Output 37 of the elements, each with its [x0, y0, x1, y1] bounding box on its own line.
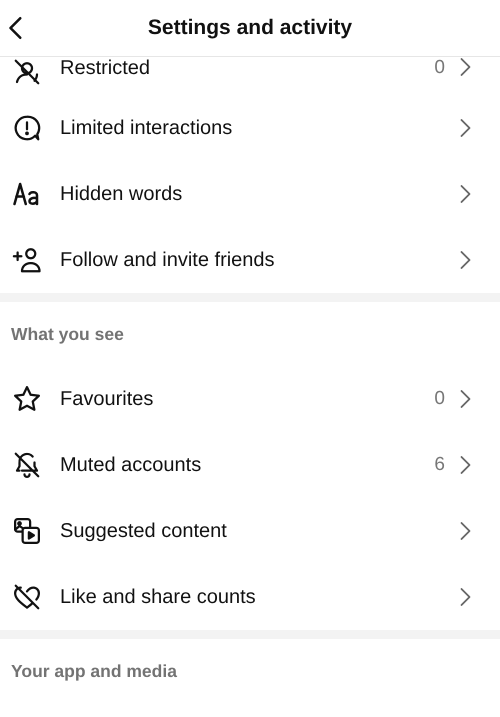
settings-row[interactable]: Like and share counts [0, 564, 500, 630]
chevron-icon [459, 455, 472, 475]
row-label: Hidden words [60, 182, 184, 206]
chevron-icon [459, 118, 472, 138]
row-count: 6 [434, 454, 445, 476]
chevron-icon [459, 587, 472, 607]
settings-row[interactable]: Limited interactions [0, 95, 500, 161]
row-label: Favourites [60, 388, 154, 410]
add-person-icon [12, 245, 42, 275]
restricted-person-icon [12, 57, 42, 87]
section-heading: What you see [10, 322, 125, 346]
section-heading: Your app and media [10, 660, 178, 683]
settings-row[interactable]: Follow and invite friends [0, 227, 500, 293]
row-count: 0 [434, 388, 445, 410]
star-icon [12, 384, 42, 414]
row-count: 0 [434, 57, 445, 79]
row-label: Like and share counts [60, 586, 257, 608]
settings-row[interactable]: Hidden words [0, 161, 500, 227]
chevron-icon [459, 57, 472, 77]
settings-row[interactable]: Restricted 0 [0, 57, 500, 95]
row-label: Restricted [60, 57, 152, 80]
media-play-icon [12, 516, 42, 546]
screen-title: Settings and activity [148, 16, 352, 40]
row-label: Suggested content [60, 520, 228, 542]
row-label: Limited interactions [60, 116, 234, 140]
alert-bubble-icon [12, 113, 42, 143]
row-label: Muted accounts [60, 454, 202, 476]
chevron-icon [459, 389, 472, 409]
settings-row[interactable]: Favourites 0 [0, 366, 500, 432]
chevron-icon [459, 184, 472, 204]
bell-off-icon [12, 450, 42, 480]
heart-off-icon [12, 582, 42, 612]
settings-row[interactable]: Suggested content [0, 498, 500, 564]
chevron-icon [459, 521, 472, 541]
settings-row[interactable]: Muted accounts 6 [0, 432, 500, 498]
chevron-icon [459, 250, 472, 270]
row-label: Follow and invite friends [60, 248, 276, 272]
